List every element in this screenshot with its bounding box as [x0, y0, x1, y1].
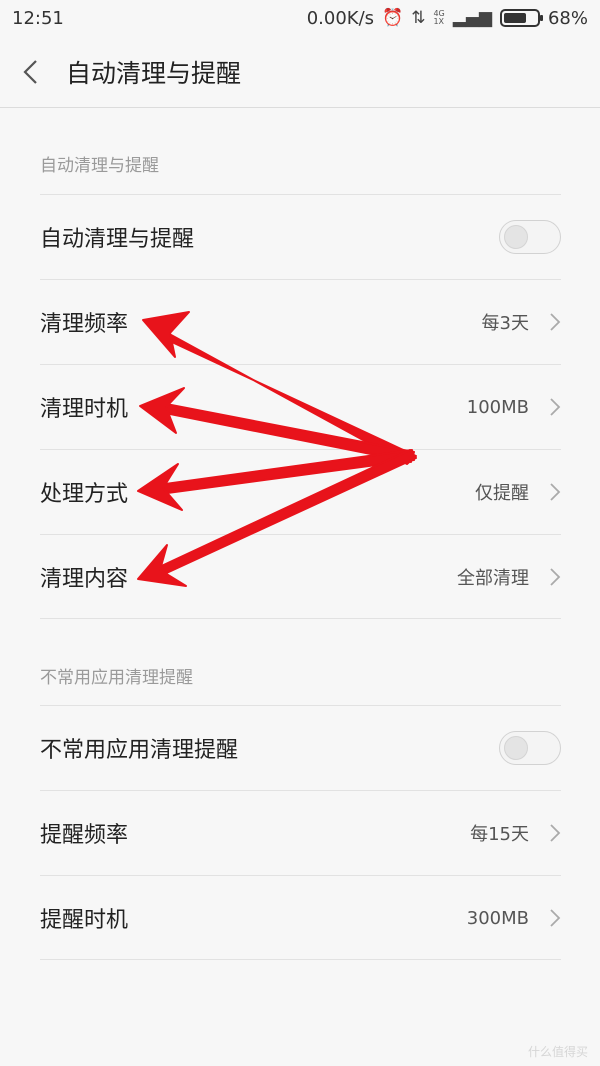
row-value: 300MB [466, 907, 529, 929]
row-right: 每3天 [482, 309, 561, 335]
net-speed: 0.00K/s [306, 7, 375, 29]
alarm-clock-icon: ⏰ [382, 8, 404, 28]
toggle-knob [504, 225, 528, 249]
row-clean-content[interactable]: 清理内容 全部清理 [40, 534, 561, 619]
row-value: 每15天 [470, 824, 529, 845]
chevron-right-icon [549, 567, 561, 587]
signal-bars-icon: ▂▄▆ [452, 8, 492, 28]
status-time: 12:51 [12, 7, 64, 29]
row-label: 清理频率 [40, 312, 129, 337]
row-handling-method[interactable]: 处理方式 仅提醒 [40, 449, 561, 534]
row-label: 处理方式 [40, 482, 129, 507]
battery-icon [499, 9, 543, 27]
row-label: 清理时机 [40, 397, 129, 422]
row-remind-timing[interactable]: 提醒时机 300MB [40, 875, 561, 960]
chevron-right-icon [549, 312, 561, 332]
row-label: 不常用应用清理提醒 [40, 738, 239, 763]
row-right: 300MB [467, 908, 561, 929]
row-remind-frequency[interactable]: 提醒频率 每15天 [40, 790, 561, 875]
data-arrows-icon: ⇅ [411, 8, 426, 28]
row-label: 提醒时机 [40, 908, 129, 933]
chevron-right-icon [549, 397, 561, 417]
row-value: 仅提醒 [475, 483, 529, 504]
battery-fill [503, 13, 526, 23]
chevron-right-icon [549, 482, 561, 502]
chevron-left-icon [23, 59, 37, 84]
row-value: 每3天 [481, 313, 529, 334]
unused-apps-toggle[interactable] [499, 731, 561, 765]
status-bar: 12:51 0.00K/s ⏰ ⇅ 4G 1X ▂▄▆ 68% [0, 0, 600, 36]
row-clean-frequency[interactable]: 清理频率 每3天 [40, 279, 561, 364]
row-right: 仅提醒 [475, 479, 561, 505]
watermark: 什么值得买 [527, 1045, 588, 1059]
battery-percent: 68% [547, 7, 588, 29]
title-bar: 自动清理与提醒 [0, 36, 600, 108]
row-label: 提醒频率 [40, 823, 129, 848]
row-label: 清理内容 [40, 567, 129, 592]
auto-clean-toggle[interactable] [499, 220, 561, 254]
row-auto-clean-toggle[interactable]: 自动清理与提醒 [40, 194, 561, 279]
row-unused-apps-toggle[interactable]: 不常用应用清理提醒 [40, 705, 561, 790]
row-value: 100MB [466, 396, 529, 418]
row-label: 自动清理与提醒 [40, 227, 195, 252]
divider [40, 959, 561, 960]
divider [40, 618, 561, 619]
row-right: 全部清理 [457, 564, 561, 590]
row-clean-timing[interactable]: 清理时机 100MB [40, 364, 561, 449]
section-header-unused-apps: 不常用应用清理提醒 [40, 668, 193, 688]
network-type: 4G 1X [433, 9, 445, 26]
status-icons: 0.00K/s ⏰ ⇅ 4G 1X ▂▄▆ 68% [307, 8, 588, 29]
back-button[interactable] [0, 36, 60, 108]
row-right: 100MB [467, 397, 561, 418]
row-right: 每15天 [470, 820, 561, 846]
section-header-auto-clean: 自动清理与提醒 [40, 156, 159, 176]
toggle-knob [504, 736, 528, 760]
chevron-right-icon [549, 908, 561, 928]
page-title: 自动清理与提醒 [66, 58, 242, 88]
chevron-right-icon [549, 823, 561, 843]
row-value: 全部清理 [457, 568, 529, 589]
